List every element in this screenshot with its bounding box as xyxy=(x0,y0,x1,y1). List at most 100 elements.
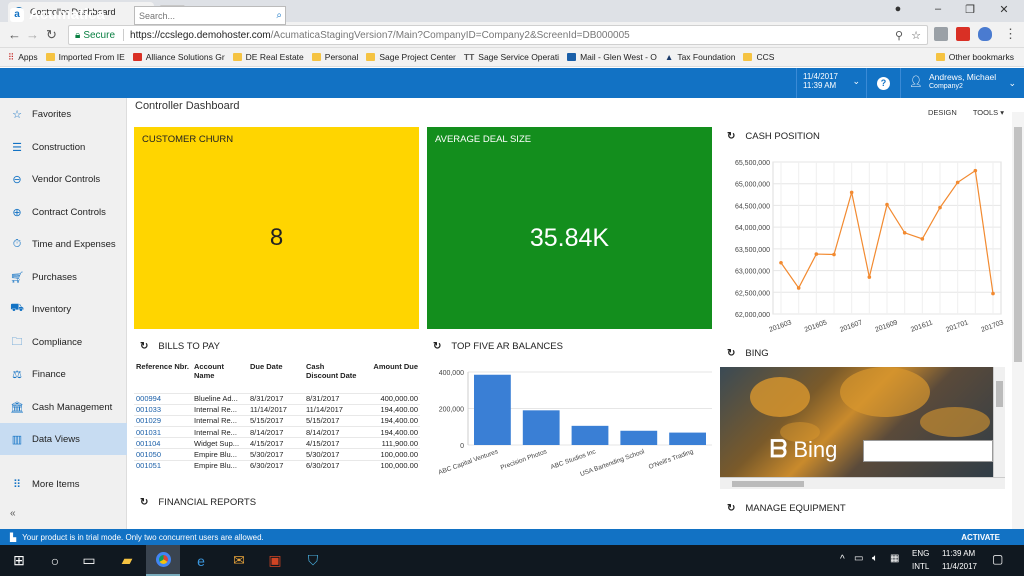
widget-title: AVERAGE DEAL SIZE xyxy=(435,134,532,145)
forward-arrow-icon[interactable]: → xyxy=(26,27,39,42)
bookmark-tax-foundation[interactable]: ▲ Tax Foundation xyxy=(665,52,736,62)
bookmark-mail[interactable]: Mail - Glen West - O xyxy=(567,52,657,62)
bing-horizontal-scrollbar[interactable] xyxy=(720,477,1005,489)
chrome-icon[interactable] xyxy=(146,545,180,576)
bookmark-sage-service[interactable]: TT Sage Service Operati xyxy=(464,52,559,62)
back-arrow-icon[interactable]: ← xyxy=(8,27,21,42)
reference-link[interactable]: 001050 xyxy=(134,448,192,461)
powerpoint-icon[interactable]: ▣ xyxy=(258,545,292,576)
bookmark-imported[interactable]: Imported From IE xyxy=(45,52,125,62)
refresh-icon[interactable]: ↻ xyxy=(727,503,735,514)
bookmark-ccs[interactable]: CCS xyxy=(743,52,774,62)
sidebar-item-cash-management[interactable]: 🏛︎ Cash Management xyxy=(0,391,127,423)
lang-eng[interactable]: ENG xyxy=(912,549,929,558)
refresh-icon[interactable]: ↻ xyxy=(433,341,441,352)
bookmark-star-icon[interactable]: ☆ xyxy=(911,29,921,42)
refresh-icon[interactable]: ↻ xyxy=(140,341,148,352)
refresh-icon[interactable]: ↻ xyxy=(727,348,735,359)
task-view-icon[interactable]: ▭ xyxy=(72,545,106,576)
volume-icon[interactable]: 🔈︎ xyxy=(872,553,878,564)
sidebar-item-purchases[interactable]: 🛒︎ Purchases xyxy=(0,261,127,293)
bookmark-personal[interactable]: Personal xyxy=(311,52,358,62)
business-date-selector[interactable]: 11/4/2017 11:39 AM ⌄ xyxy=(796,68,866,98)
sidebar-item-favorites[interactable]: ☆ Favorites xyxy=(0,98,127,130)
menu-kebab-icon[interactable]: ⋮ xyxy=(1004,26,1017,42)
bookmark-de-real-estate[interactable]: DE Real Estate xyxy=(232,52,304,62)
table-row[interactable]: 001033 Internal Re... 11/14/2017 11/14/2017… xyxy=(134,403,420,416)
column-header[interactable]: Reference Nbr. xyxy=(134,362,192,393)
table-row[interactable]: 001029 Internal Re... 5/15/2017 5/15/2017 19… xyxy=(134,414,420,427)
search-input[interactable] xyxy=(139,10,267,21)
clock-time[interactable]: 11:39 AM xyxy=(942,549,975,558)
data-point xyxy=(938,205,942,210)
sidebar-item-data-views[interactable]: ▥ Data Views xyxy=(0,423,127,455)
customer-churn-widget[interactable]: CUSTOMER CHURN 8 xyxy=(134,127,419,329)
table-row[interactable]: 001050 Empire Blu... 5/30/2017 5/30/2017 100… xyxy=(134,448,420,461)
bing-vertical-scrollbar[interactable] xyxy=(993,367,1005,477)
minimize-button[interactable]: – xyxy=(928,3,948,15)
sidebar-item-time-and-expenses[interactable]: ⏱︎ Time and Expenses xyxy=(0,228,127,260)
reference-link[interactable]: 001033 xyxy=(134,403,192,416)
tray-chevron-icon[interactable]: ^ xyxy=(840,554,845,565)
profile-icon[interactable]: ● xyxy=(888,3,908,15)
sidebar-item-finance[interactable]: ⚖ Finance xyxy=(0,358,127,390)
sidebar-item-vendor-controls[interactable]: ⊖ Vendor Controls xyxy=(0,163,127,195)
table-row[interactable]: 000994 Blueline Ad... 8/31/2017 8/31/2017 40… xyxy=(134,392,420,405)
notifications-icon[interactable]: ▢ xyxy=(992,552,1003,566)
column-header[interactable]: Cash Discount Date xyxy=(304,362,360,393)
tools-button[interactable]: TOOLS ▾ xyxy=(973,108,1004,117)
reference-link[interactable]: 001031 xyxy=(134,426,192,438)
outlook-icon[interactable]: ✉ xyxy=(222,545,256,576)
clock-date[interactable]: 11/4/2017 xyxy=(942,562,977,571)
user-menu[interactable]: 👤︎ Andrews, Michael Company2 ⌄ xyxy=(900,68,1024,98)
column-header[interactable]: Amount Due xyxy=(360,362,420,393)
other-bookmarks[interactable]: Other bookmarks xyxy=(935,52,1014,62)
column-header[interactable]: Account Name xyxy=(192,362,248,393)
activate-button[interactable]: ACTIVATE xyxy=(961,533,1000,542)
reload-icon[interactable]: ↻ xyxy=(46,27,57,43)
bookmark-apps[interactable]: ⠿ Apps xyxy=(8,52,38,63)
sidebar-item-inventory[interactable]: ⛟ Inventory xyxy=(0,293,127,325)
battery-icon[interactable]: ▭ xyxy=(854,553,863,564)
table-row[interactable]: 001031 Internal Re... 8/14/2017 8/14/2017 19… xyxy=(134,426,420,438)
table-cell: 194,400.00 xyxy=(360,426,420,438)
reference-link[interactable]: 000994 xyxy=(134,392,192,405)
file-explorer-icon[interactable]: ▰ xyxy=(110,545,144,576)
sidebar-item-compliance[interactable]: 🗀 Compliance xyxy=(0,326,127,358)
security-shield-icon[interactable]: ⛉ xyxy=(296,545,330,576)
windows-start-icon[interactable]: ⊞ xyxy=(2,545,36,576)
close-window-button[interactable]: ✕ xyxy=(994,3,1014,16)
edge-icon[interactable]: e xyxy=(184,545,218,576)
help-button[interactable]: ? xyxy=(866,68,900,98)
reference-link[interactable]: 001051 xyxy=(134,459,192,472)
refresh-icon[interactable]: ↻ xyxy=(727,131,735,142)
shield-extension-icon[interactable] xyxy=(978,27,992,41)
url-bar[interactable]: 🔒︎ Secure https://ccslego.demohoster.com… xyxy=(68,25,928,45)
lang-intl[interactable]: INTL xyxy=(912,562,929,571)
sidebar-item-contract-controls[interactable]: ⊕ Contract Controls xyxy=(0,196,127,228)
average-deal-size-widget[interactable]: AVERAGE DEAL SIZE 35.84K xyxy=(427,127,712,329)
cortana-icon[interactable]: ○ xyxy=(38,545,72,576)
extension-icon[interactable] xyxy=(934,27,948,41)
table-row[interactable]: 001104 Widget Sup... 4/15/2017 4/15/2017 111… xyxy=(134,437,420,449)
search-box[interactable]: ⌕ xyxy=(134,6,286,25)
reference-link[interactable]: 001104 xyxy=(134,437,192,449)
zoom-icon[interactable]: ⚲ xyxy=(895,29,903,42)
reference-link[interactable]: 001029 xyxy=(134,414,192,427)
search-icon[interactable]: ⌕ xyxy=(276,10,282,21)
extension-red-icon[interactable] xyxy=(956,27,970,41)
maximize-button[interactable]: ❐ xyxy=(960,3,980,16)
column-header[interactable]: Due Date xyxy=(248,362,304,393)
collapse-sidebar-icon[interactable]: « xyxy=(10,508,16,519)
table-row[interactable]: 001051 Empire Blu... 6/30/2017 6/30/2017 100… xyxy=(134,459,420,472)
bookmark-sage-project[interactable]: Sage Project Center xyxy=(366,52,456,62)
sidebar-item-construction[interactable]: ☰ Construction xyxy=(0,131,127,163)
network-icon[interactable]: ▦ xyxy=(890,553,899,564)
bing-search-input[interactable] xyxy=(863,440,993,462)
refresh-icon[interactable]: ↻ xyxy=(140,497,148,508)
page-vertical-scrollbar[interactable] xyxy=(1012,112,1024,529)
sidebar-item-more-items[interactable]: ⠿ More Items xyxy=(0,468,127,500)
design-button[interactable]: DESIGN xyxy=(928,108,957,117)
acumatica-logo[interactable]: a Acumatica xyxy=(10,6,105,23)
bookmark-alliance[interactable]: Alliance Solutions Gr xyxy=(132,52,225,62)
